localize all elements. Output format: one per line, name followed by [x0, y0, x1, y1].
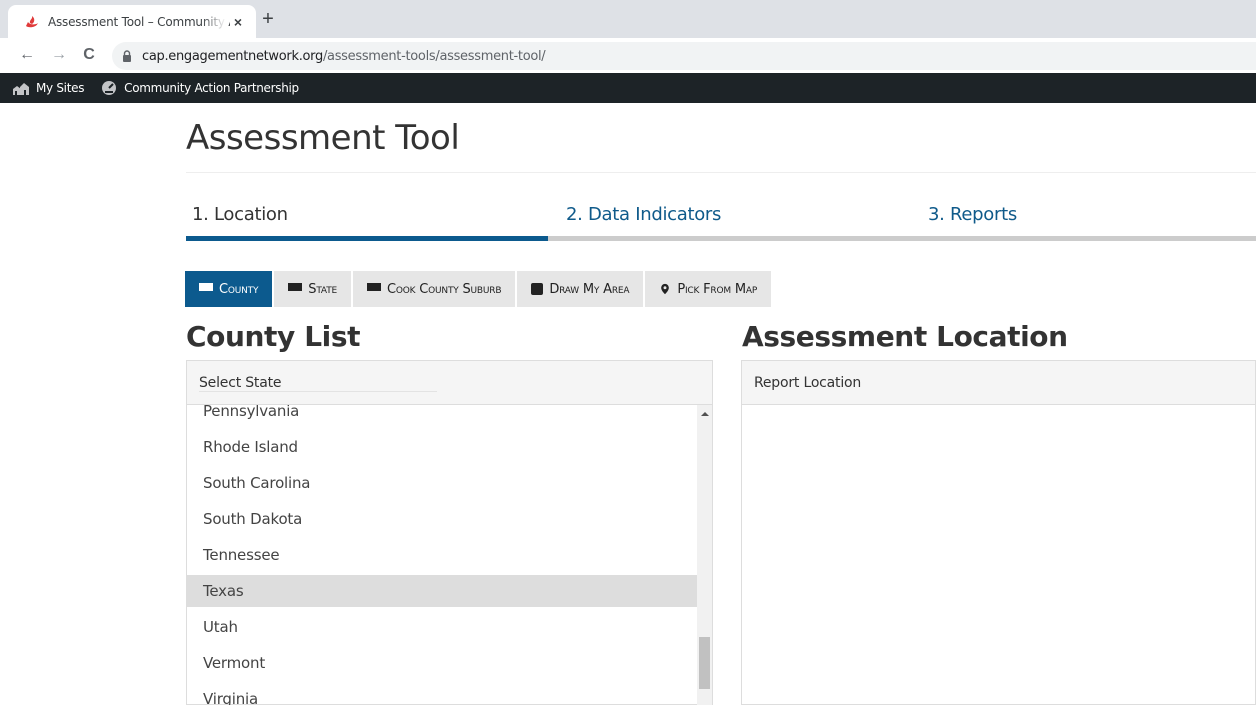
- address-bar: ← → C cap.engagementnetwork.org/assessme…: [0, 38, 1256, 72]
- forward-arrow-icon[interactable]: →: [50, 46, 68, 64]
- browser-tab-bar: Assessment Tool – Community Action × +: [0, 0, 1256, 38]
- cook-county-suburb-button-label: Cook County Suburb: [386, 281, 502, 297]
- tab-title-fade: [202, 5, 226, 38]
- dashboard-gauge-icon: [102, 81, 117, 95]
- assessment-location-panel: Report Location: [741, 360, 1256, 705]
- map-marker-icon: [661, 283, 670, 295]
- list-item[interactable]: Vermont: [187, 647, 697, 679]
- tab-data-indicators[interactable]: 2. Data Indicators: [566, 204, 721, 225]
- list-item[interactable]: Utah: [187, 611, 697, 643]
- state-list[interactable]: Pennsylvania Rhode Island South Carolina So…: [187, 405, 712, 705]
- scrollbar-thumb[interactable]: [699, 637, 710, 689]
- state-list-scrollbar[interactable]: [697, 405, 712, 705]
- my-sites-label: My Sites: [36, 81, 85, 95]
- site-favicon-icon: [26, 15, 38, 27]
- list-item[interactable]: South Dakota: [187, 503, 697, 535]
- list-item[interactable]: Texas: [187, 575, 697, 607]
- list-item[interactable]: South Carolina: [187, 467, 697, 499]
- lock-icon: [123, 50, 131, 62]
- list-item[interactable]: Rhode Island: [187, 431, 697, 463]
- county-list-heading: County List: [186, 320, 361, 353]
- tab-reports[interactable]: 3. Reports: [928, 204, 1017, 225]
- list-item[interactable]: Tennessee: [187, 539, 697, 571]
- select-state-header: Select State: [187, 361, 712, 405]
- county-list-panel: Select State Pennsylvania Rhode Island Sou…: [186, 360, 713, 705]
- select-state-label: Select State: [199, 374, 282, 391]
- county-button-label: County: [219, 281, 259, 297]
- step-progress-track: [186, 236, 1256, 241]
- url-input[interactable]: cap.engagementnetwork.org/assessment-too…: [112, 42, 1256, 70]
- url-host: cap.engagementnetwork.org: [142, 48, 323, 64]
- assessment-location-heading: Assessment Location: [742, 320, 1068, 353]
- select-state-underline: [199, 391, 437, 392]
- list-icon: [366, 283, 381, 295]
- admin-bar: My Sites Community Action Partnership: [0, 73, 1256, 103]
- state-button-label: State: [308, 281, 337, 297]
- reload-icon[interactable]: C: [80, 46, 98, 64]
- list-item[interactable]: Virginia: [187, 683, 697, 705]
- tab-close-icon[interactable]: ×: [230, 14, 246, 30]
- site-name-link[interactable]: Community Action Partnership: [100, 80, 299, 96]
- back-arrow-icon[interactable]: ←: [18, 46, 36, 64]
- site-name-label: Community Action Partnership: [124, 81, 299, 95]
- report-location-label: Report Location: [754, 374, 862, 391]
- my-sites-link[interactable]: My Sites: [12, 80, 84, 96]
- county-button[interactable]: County: [185, 271, 275, 307]
- tab-location[interactable]: 1. Location: [192, 204, 288, 225]
- list-item[interactable]: Pennsylvania: [187, 405, 697, 427]
- page-title: Assessment Tool: [186, 118, 460, 158]
- step-progress-fill: [186, 236, 548, 241]
- browser-tab[interactable]: Assessment Tool – Community Action ×: [8, 5, 256, 38]
- state-button[interactable]: State: [274, 271, 353, 307]
- url-path: /assessment-tools/assessment-tool/: [322, 48, 546, 64]
- cook-county-suburb-button[interactable]: Cook County Suburb: [352, 271, 518, 307]
- report-location-header: Report Location: [742, 361, 1255, 405]
- scroll-up-arrow-icon[interactable]: [697, 405, 712, 422]
- step-tabs: 1. Location 2. Data Indicators 3. Report…: [186, 196, 1256, 242]
- list-icon: [288, 283, 303, 295]
- pick-from-map-button[interactable]: Pick From Map: [645, 271, 774, 307]
- square-icon: [531, 283, 544, 295]
- title-divider: [186, 172, 1256, 173]
- draw-my-area-button-label: Draw My Area: [549, 281, 630, 297]
- draw-my-area-button[interactable]: Draw My Area: [517, 271, 646, 307]
- pick-from-map-button-label: Pick From Map: [677, 281, 758, 297]
- new-tab-button[interactable]: +: [258, 9, 278, 29]
- location-type-buttons: County State Cook County Suburb Draw My …: [185, 271, 774, 307]
- my-sites-icon: [13, 83, 29, 95]
- list-icon: [199, 283, 213, 295]
